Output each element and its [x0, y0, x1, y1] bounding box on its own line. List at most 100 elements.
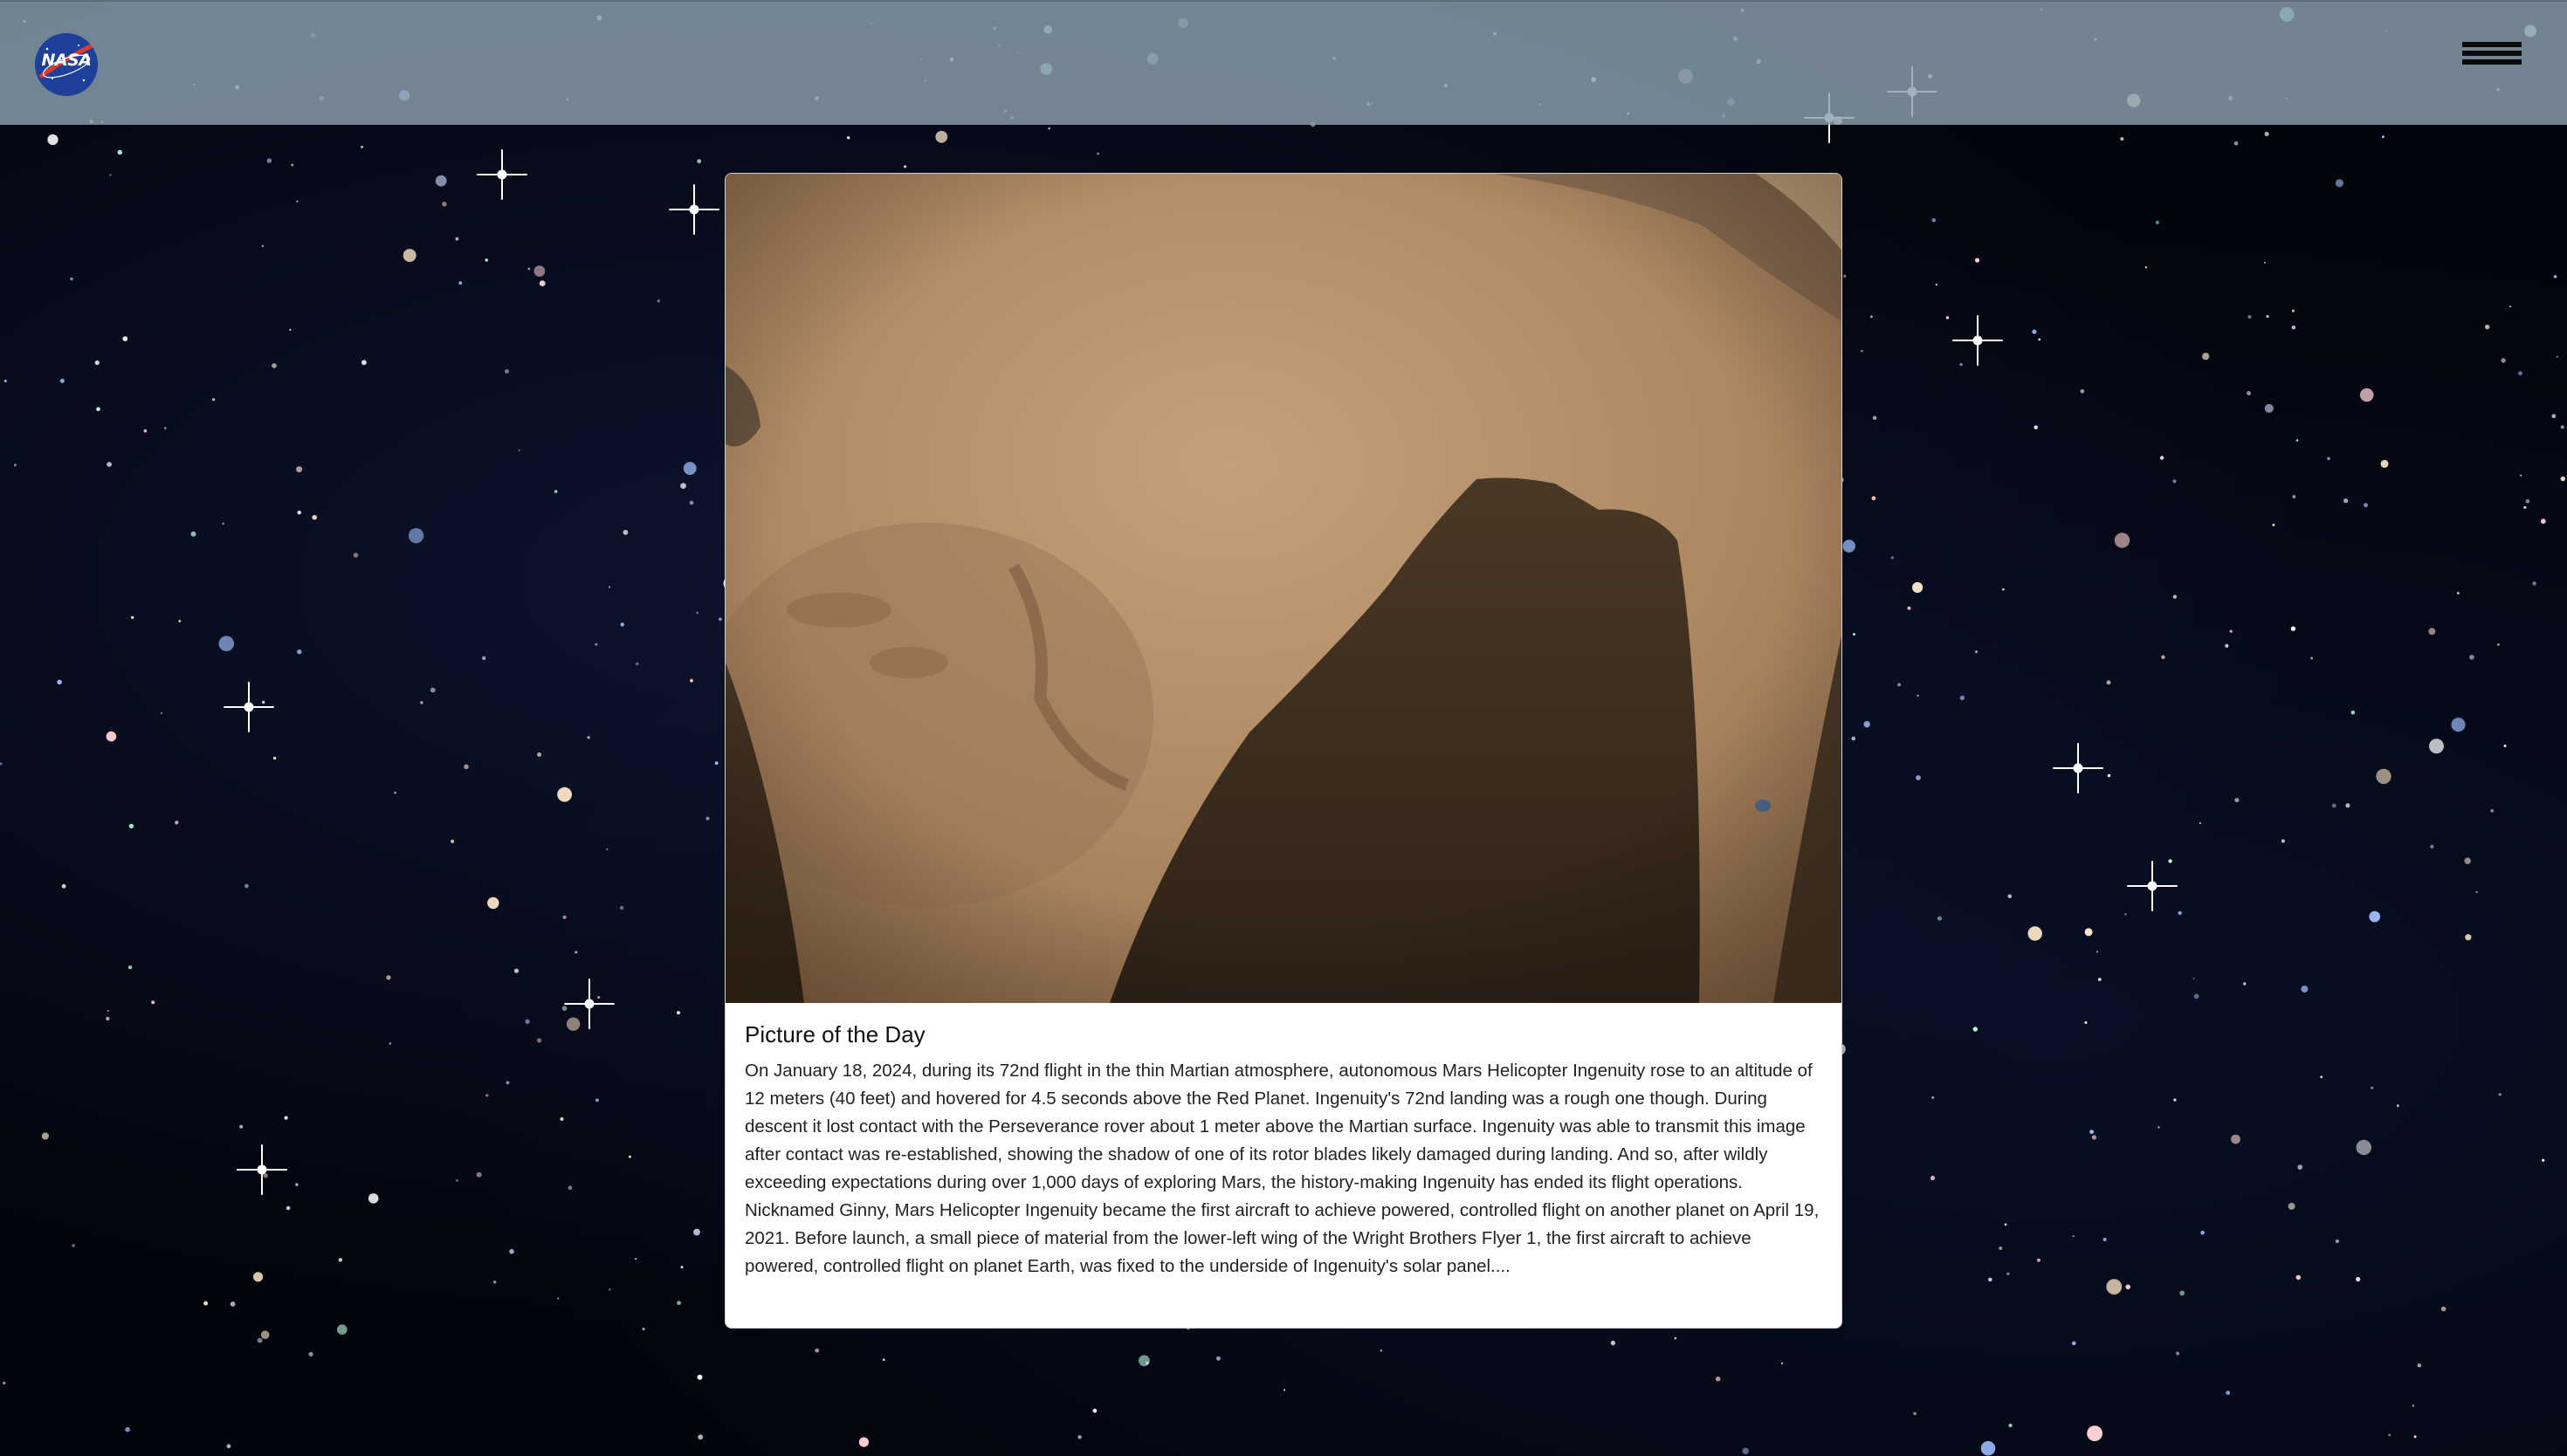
- star: [266, 158, 272, 163]
- star: [1283, 1389, 1286, 1391]
- star: [2233, 141, 2239, 146]
- star: [96, 407, 100, 412]
- star: [533, 265, 546, 277]
- star: [2161, 655, 2165, 659]
- star: [2297, 1164, 2303, 1170]
- star: [606, 848, 609, 851]
- star: [2518, 371, 2522, 376]
- star: [2281, 839, 2285, 843]
- star: [451, 839, 455, 844]
- star: [403, 249, 416, 263]
- star: [1851, 736, 1856, 741]
- star: [2503, 745, 2507, 747]
- star: [2159, 456, 2164, 460]
- star: [575, 951, 578, 954]
- star: [2072, 1235, 2075, 1238]
- star: [260, 1330, 270, 1339]
- star: [2343, 498, 2349, 504]
- star: [128, 823, 134, 829]
- star: [2310, 656, 2314, 660]
- star: [464, 764, 469, 770]
- star: [1863, 721, 1870, 728]
- star: [151, 1000, 155, 1005]
- star: [2087, 1425, 2103, 1441]
- star: [482, 656, 486, 661]
- star: [2523, 505, 2527, 509]
- star: [518, 449, 520, 452]
- star: [203, 1301, 209, 1306]
- star: [2247, 391, 2251, 395]
- star: [239, 1124, 244, 1129]
- star: [2007, 894, 2013, 899]
- star: [1742, 1447, 1749, 1455]
- star: [337, 1324, 348, 1335]
- star: [1097, 152, 1099, 155]
- star: [361, 145, 364, 148]
- star: [527, 267, 531, 271]
- star: [386, 975, 391, 980]
- star: [2288, 1202, 2295, 1210]
- star: [2096, 951, 2098, 953]
- star: [2264, 132, 2269, 136]
- star: [677, 1301, 681, 1306]
- star: [2295, 1274, 2302, 1281]
- star: [1890, 556, 1894, 560]
- star: [509, 1248, 514, 1254]
- star: [2168, 859, 2172, 863]
- star: [2327, 457, 2330, 461]
- bright-star: [477, 149, 527, 200]
- star: [623, 530, 629, 535]
- star: [693, 1228, 700, 1236]
- star: [680, 483, 686, 489]
- hamburger-menu-icon[interactable]: [2462, 42, 2522, 72]
- star: [106, 1016, 110, 1021]
- star: [2004, 1223, 2007, 1226]
- star: [47, 134, 58, 146]
- star: [620, 622, 624, 627]
- star: [680, 1266, 684, 1269]
- star: [262, 700, 265, 704]
- star: [2371, 1086, 2374, 1089]
- star: [291, 163, 294, 167]
- star: [2430, 844, 2434, 849]
- star: [70, 277, 73, 281]
- star: [2356, 1139, 2371, 1156]
- star: [2072, 1341, 2076, 1346]
- star: [1780, 1362, 1784, 1365]
- picture-of-the-day-card: Picture of the Day On January 18, 2024, …: [725, 173, 1842, 1329]
- star: [2540, 519, 2546, 525]
- star: [1077, 1435, 1082, 1439]
- star: [1930, 1175, 1936, 1181]
- star: [394, 791, 396, 794]
- bright-star: [2127, 861, 2178, 911]
- star: [935, 130, 948, 143]
- star: [109, 174, 112, 176]
- star: [2560, 425, 2564, 429]
- mars-photo-graphic: [726, 174, 1841, 1003]
- star: [222, 522, 224, 525]
- menu-bar-2: [2462, 51, 2522, 56]
- star: [568, 1185, 573, 1190]
- star: [2098, 978, 2102, 981]
- star: [2106, 1279, 2123, 1295]
- star: [1048, 127, 1050, 130]
- star: [2178, 910, 2182, 916]
- star: [1959, 695, 1965, 701]
- star: [2192, 977, 2195, 979]
- star: [59, 378, 65, 383]
- star: [2124, 913, 2127, 916]
- star: [904, 165, 907, 168]
- star: [61, 883, 66, 889]
- star: [2490, 808, 2495, 813]
- nasa-logo-icon[interactable]: NASA: [35, 33, 98, 96]
- star: [361, 360, 367, 366]
- star: [175, 821, 179, 825]
- menu-bar-1: [2462, 42, 2522, 47]
- star: [2234, 798, 2240, 803]
- star: [697, 159, 702, 164]
- star: [261, 244, 264, 247]
- star: [2038, 338, 2041, 341]
- star: [2114, 532, 2130, 548]
- star: [1216, 1356, 1221, 1361]
- star: [2002, 587, 2005, 591]
